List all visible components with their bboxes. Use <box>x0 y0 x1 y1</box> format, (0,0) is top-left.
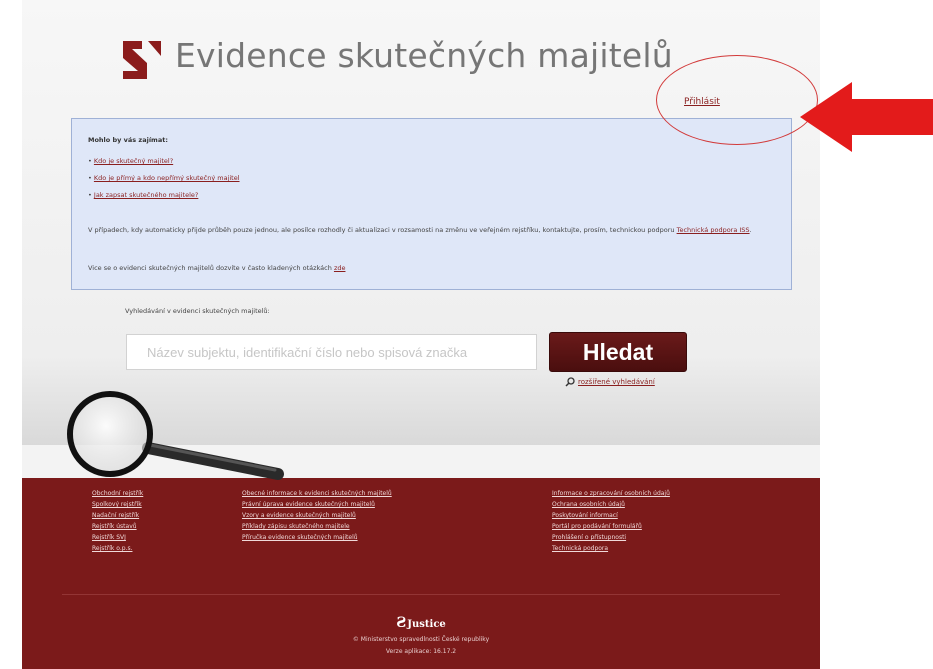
search-button[interactable]: Hledat <box>549 332 687 372</box>
footer-column-registries: Obchodní rejstřík Spolkový rejstřík Nada… <box>92 488 143 554</box>
footer-brand: ƧJustice <box>22 615 820 631</box>
info-paragraph: V případech, kdy automaticky přijde průb… <box>88 226 752 234</box>
info-heading: Mohlo by vás zajímat: <box>88 136 168 144</box>
page: Evidence skutečných majitelů Přihlásit M… <box>22 0 820 669</box>
footer-link[interactable]: Spolkový rejstřík <box>92 499 143 510</box>
footer-link[interactable]: Příklady zápisu skutečného majitele <box>242 521 392 532</box>
footer-link[interactable]: Obecné informace k evidenci skutečných m… <box>242 488 392 499</box>
info-more-text: Vice se o evidenci skutečných majitelů d… <box>88 264 332 272</box>
footer-link[interactable]: Příručka evidence skutečných majitelů <box>242 532 392 543</box>
footer-column-about: Informace o zpracování osobních údajů Oc… <box>552 488 670 554</box>
footer-link[interactable]: Nadační rejstřík <box>92 510 143 521</box>
site-title: Evidence skutečných majitelů <box>175 36 673 75</box>
footer-link[interactable]: Rejstřík ústavů <box>92 521 143 532</box>
tech-support-link[interactable]: Technická podpora ISS <box>677 226 750 234</box>
info-more: Vice se o evidenci skutečných majitelů d… <box>88 264 345 272</box>
justice-logo-icon: Ƨ <box>396 615 407 631</box>
red-arrow-icon <box>800 82 933 152</box>
advanced-search-link[interactable]: rozšířené vyhledávání <box>565 377 655 387</box>
footer-copyright: © Ministerstvo spravedlnosti České repub… <box>352 636 490 643</box>
info-paragraph-text: V případech, kdy automaticky přijde průb… <box>88 226 675 234</box>
footer-brand-name: Justice <box>407 619 446 630</box>
footer-link[interactable]: Poskytování informací <box>552 510 670 521</box>
search-input[interactable] <box>126 334 537 370</box>
info-question: • Jak zapsat skutečného majitele? <box>88 191 199 199</box>
footer-link[interactable]: Portál pro podávání formulářů <box>552 521 670 532</box>
footer-link[interactable]: Právní úprava evidence skutečných majite… <box>242 499 392 510</box>
footer-link[interactable]: Vzory a evidence skutečných majitelů <box>242 510 392 521</box>
info-question: • Kdo je skutečný majitel? <box>88 157 174 165</box>
footer-link[interactable]: Rejstřík SVJ <box>92 532 143 543</box>
footer: Obchodní rejstřík Spolkový rejstřík Nada… <box>22 478 820 669</box>
info-question: • Kdo je přímý a kdo nepřímý skutečný ma… <box>88 174 240 182</box>
advanced-search-label: rozšířené vyhledávání <box>578 378 655 386</box>
justice-logo-icon <box>123 41 161 79</box>
footer-link[interactable]: Informace o zpracování osobních údajů <box>552 488 670 499</box>
footer-column-info: Obecné informace k evidenci skutečných m… <box>242 488 392 543</box>
footer-link[interactable]: Technická podpora <box>552 543 670 554</box>
info-box: Mohlo by vás zajímat: • Kdo je skutečný … <box>71 118 792 290</box>
info-question-link[interactable]: Jak zapsat skutečného majitele? <box>94 191 198 199</box>
footer-link[interactable]: Obchodní rejstřík <box>92 488 143 499</box>
search-icon <box>565 377 575 387</box>
faq-link[interactable]: zde <box>334 264 346 272</box>
footer-link[interactable]: Rejstřík o.p.s. <box>92 543 143 554</box>
magnifying-glass-icon <box>67 391 284 480</box>
footer-version: Verze aplikace: 16.17.2 <box>385 648 457 655</box>
info-question-link[interactable]: Kdo je skutečný majitel? <box>94 157 173 165</box>
annotation-ellipse <box>656 55 818 145</box>
info-question-link[interactable]: Kdo je přímý a kdo nepřímý skutečný maji… <box>94 174 240 182</box>
search-label: Vyhledávání v evidenci skutečných majite… <box>125 307 270 315</box>
footer-link[interactable]: Ochrana osobních údajů <box>552 499 670 510</box>
footer-link[interactable]: Prohlášení o přístupnosti <box>552 532 670 543</box>
footer-divider <box>62 594 780 595</box>
